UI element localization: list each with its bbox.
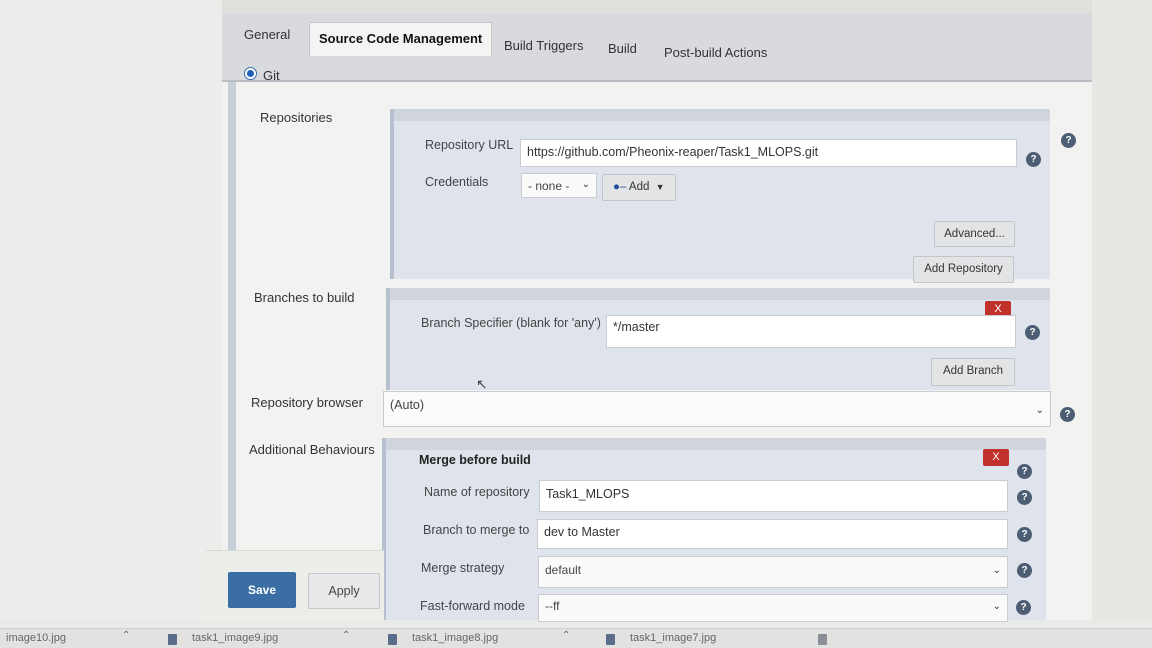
chevron-down-icon: ⌄ bbox=[581, 179, 590, 190]
branch-specifier-input[interactable]: */master bbox=[606, 315, 1016, 348]
section-indent-strip bbox=[228, 82, 236, 562]
tab-post-build-actions[interactable]: Post-build Actions bbox=[664, 45, 767, 60]
fast-forward-select[interactable]: --ff ⌄ bbox=[538, 594, 1008, 622]
merge-strategy-select[interactable]: default ⌄ bbox=[538, 556, 1008, 588]
delete-merge-button[interactable]: X bbox=[983, 449, 1009, 466]
tab-build-triggers[interactable]: Build Triggers bbox=[504, 38, 583, 53]
credentials-select[interactable]: - none - ⌄ bbox=[521, 173, 597, 198]
chevron-up-icon[interactable]: ⌃ bbox=[122, 630, 130, 641]
merge-strategy-help-icon[interactable]: ? bbox=[1017, 563, 1032, 578]
merge-strategy-value: default bbox=[545, 563, 582, 577]
repository-browser-label: Repository browser bbox=[251, 395, 363, 410]
key-icon: ●– bbox=[613, 181, 627, 193]
name-of-repository-label: Name of repository bbox=[424, 485, 530, 499]
repository-url-help-icon[interactable]: ? bbox=[1026, 152, 1041, 167]
image-file-icon bbox=[606, 634, 615, 645]
add-branch-button[interactable]: Add Branch bbox=[931, 358, 1015, 386]
branch-specifier-label: Branch Specifier (blank for 'any') bbox=[421, 316, 601, 330]
chevron-down-icon: ⌄ bbox=[992, 565, 1001, 576]
chevron-down-icon: ⌄ bbox=[992, 601, 1001, 612]
git-label: Git bbox=[263, 68, 280, 83]
repositories-label: Repositories bbox=[260, 110, 333, 125]
name-of-repository-help-icon[interactable]: ? bbox=[1017, 490, 1032, 505]
repository-url-label: Repository URL bbox=[425, 138, 514, 152]
save-button[interactable]: Save bbox=[228, 572, 296, 608]
fast-forward-value: --ff bbox=[545, 599, 560, 613]
image-file-icon bbox=[388, 634, 397, 645]
branch-to-merge-help-icon[interactable]: ? bbox=[1017, 527, 1032, 542]
repository-browser-help-icon[interactable]: ? bbox=[1060, 407, 1075, 422]
tab-general[interactable]: General bbox=[244, 27, 290, 42]
add-credentials-button[interactable]: ●– Add ▼ bbox=[602, 174, 676, 201]
repository-box-header bbox=[394, 109, 1050, 121]
left-margin bbox=[0, 0, 222, 620]
add-credentials-label: Add bbox=[628, 181, 650, 193]
merge-strategy-label: Merge strategy bbox=[421, 561, 505, 575]
repositories-help-icon[interactable]: ? bbox=[1061, 133, 1076, 148]
tab-bar: General Source Code Management Build Tri… bbox=[222, 14, 1092, 82]
additional-behaviours-label: Additional Behaviours bbox=[249, 442, 375, 457]
git-radio[interactable] bbox=[244, 67, 257, 80]
repository-browser-value: (Auto) bbox=[390, 398, 425, 412]
merge-help-icon[interactable]: ? bbox=[1017, 464, 1032, 479]
repository-url-input[interactable]: https://github.com/Pheonix-reaper/Task1_… bbox=[520, 139, 1017, 167]
branch-to-merge-label: Branch to merge to bbox=[423, 523, 530, 537]
tab-source-code-management[interactable]: Source Code Management bbox=[309, 22, 493, 56]
branches-to-build-label: Branches to build bbox=[254, 290, 355, 305]
repository-box bbox=[390, 109, 1050, 279]
chevron-down-icon: ⌄ bbox=[1035, 405, 1044, 416]
fast-forward-help-icon[interactable]: ? bbox=[1016, 600, 1031, 615]
advanced-button[interactable]: Advanced... bbox=[934, 221, 1015, 247]
merge-before-build-title: Merge before build bbox=[419, 453, 531, 467]
image-file-icon bbox=[818, 634, 827, 645]
name-of-repository-input[interactable]: Task1_MLOPS bbox=[539, 480, 1008, 512]
tab-build[interactable]: Build bbox=[608, 41, 637, 56]
download-item[interactable]: task1_image7.jpg bbox=[630, 632, 716, 644]
download-item[interactable]: task1_image9.jpg bbox=[192, 632, 278, 644]
credentials-value: - none - bbox=[528, 179, 570, 193]
branch-specifier-help-icon[interactable]: ? bbox=[1025, 325, 1040, 340]
add-repository-button[interactable]: Add Repository bbox=[913, 256, 1014, 283]
repository-browser-select[interactable]: (Auto) ⌄ bbox=[383, 391, 1051, 427]
download-item[interactable]: task1_image8.jpg bbox=[412, 632, 498, 644]
branch-to-merge-input[interactable]: dev to Master bbox=[537, 519, 1008, 549]
credentials-label: Credentials bbox=[425, 175, 489, 189]
apply-button[interactable]: Apply bbox=[308, 573, 380, 609]
merge-box-header bbox=[386, 438, 1046, 450]
download-item[interactable]: image10.jpg bbox=[6, 632, 66, 644]
right-margin bbox=[1092, 0, 1152, 620]
image-file-icon bbox=[168, 634, 177, 645]
branch-box-header bbox=[390, 288, 1050, 300]
chevron-up-icon[interactable]: ⌃ bbox=[342, 630, 350, 641]
chevron-up-icon[interactable]: ⌃ bbox=[562, 630, 570, 641]
fast-forward-label: Fast-forward mode bbox=[420, 599, 525, 613]
chevron-down-icon: ▼ bbox=[655, 182, 665, 192]
